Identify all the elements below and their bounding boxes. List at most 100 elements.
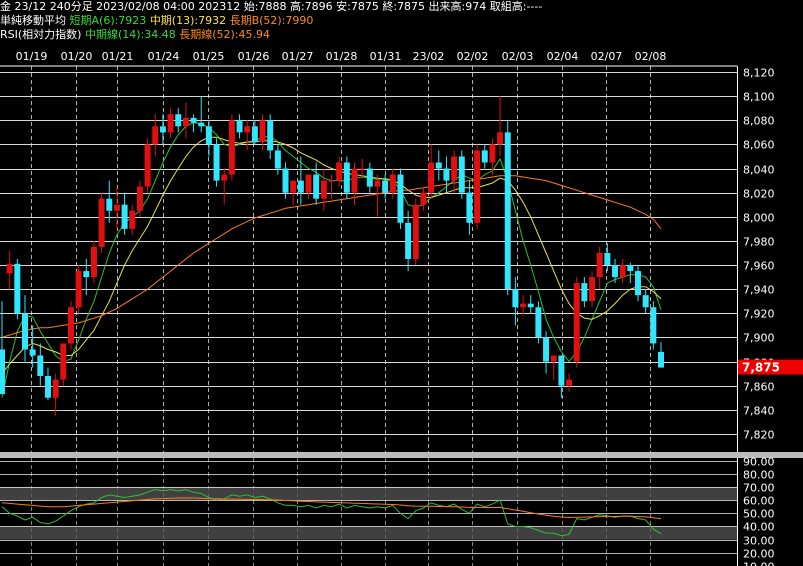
price-tick-label: 7,860	[743, 381, 775, 394]
candle-body	[52, 379, 59, 398]
rsi-tick-label: 20.00	[743, 548, 775, 561]
price-tick-label: 7,960	[743, 260, 775, 273]
candle-body	[550, 355, 557, 362]
candle-body	[428, 162, 435, 193]
candle-body	[451, 156, 458, 181]
rsi-tick-label: 60.00	[743, 495, 775, 508]
candle-body	[251, 126, 258, 142]
candle-body	[144, 144, 151, 187]
candle-body	[658, 351, 664, 368]
candle-body	[213, 144, 220, 181]
candle-body	[198, 122, 205, 127]
candle-body	[412, 204, 419, 259]
candle-body	[619, 265, 626, 278]
rsi-band	[0, 526, 737, 540]
candle-body	[282, 168, 289, 193]
date-tick-label: 23/02	[413, 50, 445, 63]
candle-body	[627, 265, 634, 272]
chart-canvas: 8,120 8,100 8,080 8,060 8,040 8,020 8,000 7,980…	[0, 44, 803, 566]
candle-body	[60, 343, 67, 380]
candle-body	[267, 120, 274, 151]
rsi-band	[0, 486, 737, 501]
header-line-1: 金 23/12 240分足 2023/02/08 04:00 202312 始:…	[0, 0, 542, 14]
candle-body	[642, 295, 649, 308]
header-line-3: RSI(相対力指数) 中期線(14):34.48 長期線(52):45.94	[0, 28, 270, 42]
candle-body	[543, 337, 550, 362]
price-tick-label: 7,840	[743, 405, 775, 418]
candle-body	[650, 307, 657, 344]
date-tick-label: 01/27	[282, 50, 314, 63]
price-tick-label: 8,020	[743, 188, 775, 201]
candle-body	[382, 180, 389, 193]
price-tick-label: 7,940	[743, 284, 775, 297]
moving-average-label: 単純移動平均	[0, 14, 66, 27]
candle-body	[397, 174, 404, 223]
rsi-tick-label: 10.00	[743, 561, 775, 566]
candle-body	[290, 180, 297, 193]
header-instrument-info: 金 23/12 240分足 2023/02/08 04:00 202312 始:…	[0, 0, 543, 13]
date-tick-label: 01/20	[61, 50, 93, 63]
candle-body	[83, 271, 90, 278]
date-tick-label: 01/28	[326, 50, 358, 63]
candle-body	[121, 204, 128, 229]
candle-body	[136, 186, 143, 211]
candle-body	[313, 174, 320, 199]
rsi-tick-label: 70.00	[743, 482, 775, 495]
candle-body	[336, 162, 343, 181]
rsi-label: RSI(相対力指数)	[0, 28, 82, 41]
candle-body	[175, 114, 182, 127]
candle-body	[351, 168, 358, 193]
candle-body	[573, 283, 580, 362]
price-tick-label: 8,080	[743, 115, 775, 128]
candle-body	[152, 126, 159, 145]
price-tick-label: 7,900	[743, 332, 775, 345]
candle-body	[29, 349, 36, 356]
ma-short-value: 短期A(6):7923	[69, 14, 147, 27]
price-tick-label: 8,120	[743, 67, 775, 80]
candle-body	[21, 313, 28, 350]
candle-body	[305, 174, 312, 193]
candle-body	[589, 277, 596, 302]
price-tick-label: 7,820	[743, 429, 775, 442]
candle-body	[458, 156, 465, 193]
candle-body	[520, 303, 527, 308]
date-tick-label: 01/19	[16, 50, 48, 63]
candle-body	[558, 355, 565, 386]
candle-body	[435, 162, 442, 169]
candle-body	[0, 349, 5, 395]
candle-body	[6, 263, 13, 274]
candle-body	[635, 271, 642, 296]
price-tick-label: 7,980	[743, 236, 775, 249]
candle-body	[113, 204, 120, 211]
candle-body	[527, 303, 534, 308]
candle-body	[182, 117, 189, 127]
candle-body	[90, 246, 97, 278]
candle-body	[259, 120, 266, 142]
candle-body	[328, 180, 335, 182]
panel-separator	[0, 452, 803, 458]
candle-body	[604, 252, 611, 266]
date-tick-label: 02/07	[591, 50, 623, 63]
rsi-tick-label: 80.00	[743, 469, 775, 482]
date-tick-label: 02/04	[547, 50, 579, 63]
candle-body	[389, 174, 396, 193]
candle-body	[612, 265, 619, 278]
candle-body	[566, 379, 573, 386]
candle-body	[489, 144, 496, 163]
candle-body	[504, 132, 511, 290]
date-tick-label: 01/21	[102, 50, 134, 63]
price-tick-label: 7,920	[743, 308, 775, 321]
candle-body	[167, 114, 174, 133]
candle-body	[405, 222, 412, 259]
date-tick-label: 01/26	[238, 50, 270, 63]
candle-body	[497, 132, 504, 145]
candle-body	[512, 289, 519, 308]
candle-body	[190, 117, 197, 123]
candle-body	[44, 376, 51, 398]
candle-body	[205, 126, 212, 145]
candle-body	[75, 271, 82, 308]
date-tick-label: 01/24	[148, 50, 180, 63]
candle-body	[106, 198, 113, 211]
candle-body	[474, 150, 481, 223]
date-tick-label: 02/02	[457, 50, 489, 63]
